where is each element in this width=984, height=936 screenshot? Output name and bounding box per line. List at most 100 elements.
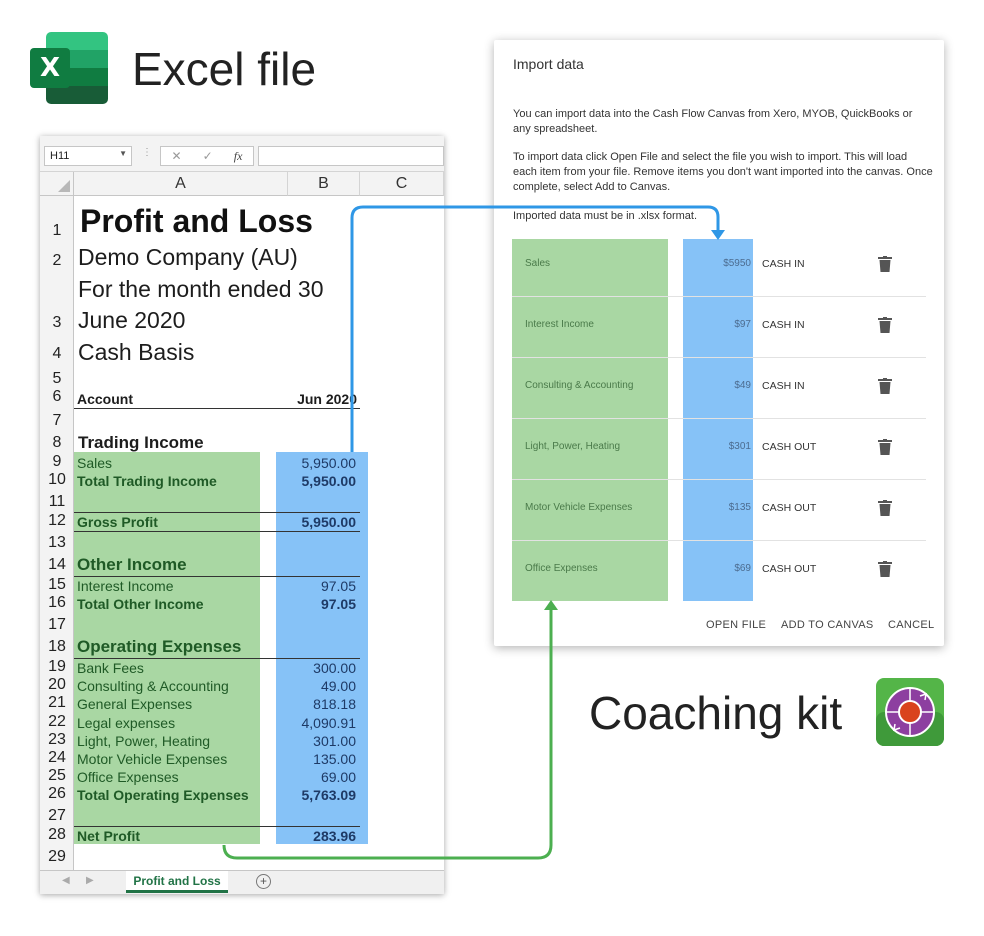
import-item-type[interactable]: CASH OUT xyxy=(762,441,816,453)
cell-interest-value: 97.05 xyxy=(320,578,356,594)
period-header: Jun 2020 xyxy=(297,391,357,407)
cell-gross-profit-label: Gross Profit xyxy=(77,514,158,530)
row-number[interactable]: 5 xyxy=(40,370,74,388)
row-number[interactable]: 2 xyxy=(40,252,74,270)
row-number[interactable]: 12 xyxy=(40,512,74,530)
cell-expense-label: Office Expenses xyxy=(77,769,179,785)
cell-expense-value: 69.00 xyxy=(320,769,356,785)
row-number[interactable]: 8 xyxy=(40,434,74,452)
import-item-amount: $69 xyxy=(734,563,751,574)
import-item-type[interactable]: CASH OUT xyxy=(762,563,816,575)
cell-total-opex-value: 5,763.09 xyxy=(301,787,357,803)
row-number[interactable]: 26 xyxy=(40,785,74,803)
row-number[interactable]: 24 xyxy=(40,749,74,767)
formula-input[interactable] xyxy=(258,146,444,166)
row-number[interactable]: 14 xyxy=(40,556,74,574)
row-number[interactable]: 11 xyxy=(40,493,74,511)
row-number[interactable]: 20 xyxy=(40,676,74,694)
import-item-type[interactable]: CASH IN xyxy=(762,380,805,392)
cancel-icon[interactable]: ✕ xyxy=(172,149,182,163)
period-line-2: June 2020 xyxy=(78,307,186,333)
import-item-amount: $301 xyxy=(728,441,751,452)
cell-net-profit-label: Net Profit xyxy=(77,828,140,844)
trash-icon[interactable] xyxy=(878,500,892,516)
import-item-type[interactable]: CASH IN xyxy=(762,319,805,331)
row-number[interactable]: 18 xyxy=(40,638,74,656)
column-header-a[interactable]: A xyxy=(74,172,288,196)
cell-total-other-value: 97.05 xyxy=(320,596,356,612)
import-item-type[interactable]: CASH IN xyxy=(762,258,805,270)
cell-expense-label: Bank Fees xyxy=(77,660,144,676)
cell-gross-profit-value: 5,950.00 xyxy=(301,514,357,530)
column-header-c[interactable]: C xyxy=(360,172,444,196)
row-number[interactable]: 27 xyxy=(40,807,74,825)
row-number[interactable]: 3 xyxy=(40,314,74,332)
row-number[interactable]: 4 xyxy=(40,345,74,363)
row-number[interactable]: 7 xyxy=(40,412,74,430)
header-underline xyxy=(74,408,360,409)
dialog-instructions: To import data click Open File and selec… xyxy=(513,151,933,193)
cell-total-trading-label: Total Trading Income xyxy=(77,473,217,489)
scroll-left-icon[interactable]: ◀ xyxy=(62,875,70,886)
row-number[interactable]: 22 xyxy=(40,713,74,731)
row-number[interactable]: 9 xyxy=(40,453,74,471)
cell-expense-value: 301.00 xyxy=(313,733,356,749)
import-item-amount: $5950 xyxy=(723,258,751,269)
row-number[interactable]: 6 xyxy=(40,388,74,406)
cell-expense-label: General Expenses xyxy=(77,696,193,712)
row-number[interactable]: 19 xyxy=(40,658,74,676)
row-number[interactable]: 23 xyxy=(40,731,74,749)
fx-icon[interactable]: fx xyxy=(234,149,243,164)
coaching-kit-heading: Coaching kit xyxy=(589,687,843,739)
row-number[interactable]: 10 xyxy=(40,471,74,489)
sheet-tab-profit-and-loss[interactable]: Profit and Loss xyxy=(126,871,228,893)
highlight-values xyxy=(276,452,368,844)
net-profit-line xyxy=(74,826,360,827)
cell-total-trading-value: 5,950.00 xyxy=(301,473,357,489)
import-row: Consulting & Accounting $49 CASH IN xyxy=(512,358,926,419)
cell-sales-value: 5,950.00 xyxy=(301,455,357,471)
name-box-value: H11 xyxy=(50,150,70,162)
other-income-line xyxy=(74,576,360,577)
row-number[interactable]: 28 xyxy=(40,826,74,844)
select-all-corner[interactable] xyxy=(40,172,74,196)
import-item-name: Consulting & Accounting xyxy=(525,380,634,391)
trash-icon[interactable] xyxy=(878,561,892,577)
add-sheet-icon[interactable]: + xyxy=(256,874,271,889)
row-number[interactable]: 25 xyxy=(40,767,74,785)
row-number[interactable]: 21 xyxy=(40,694,74,712)
cell-expense-value: 4,090.91 xyxy=(301,715,357,731)
check-icon[interactable]: ✓ xyxy=(203,149,213,163)
report-title: Profit and Loss xyxy=(80,203,313,239)
trash-icon[interactable] xyxy=(878,439,892,455)
row-number[interactable]: 17 xyxy=(40,616,74,634)
trash-icon[interactable] xyxy=(878,256,892,272)
scroll-right-icon[interactable]: ▶ xyxy=(86,875,94,886)
account-header: Account xyxy=(77,391,133,407)
row-number[interactable]: 13 xyxy=(40,534,74,552)
row-number[interactable]: 15 xyxy=(40,576,74,594)
cell-expense-label: Light, Power, Heating xyxy=(77,733,211,749)
name-box[interactable]: H11 ▼ xyxy=(44,146,132,166)
row-number[interactable]: 29 xyxy=(40,848,74,866)
import-item-type[interactable]: CASH OUT xyxy=(762,502,816,514)
trash-icon[interactable] xyxy=(878,378,892,394)
chevron-down-icon[interactable]: ▼ xyxy=(119,149,127,158)
import-item-name: Light, Power, Heating xyxy=(525,441,621,452)
column-header-b[interactable]: B xyxy=(288,172,360,196)
cell-expense-label: Motor Vehicle Expenses xyxy=(77,751,228,767)
add-to-canvas-button[interactable]: ADD TO CANVAS xyxy=(781,619,874,631)
period-line-1: For the month ended 30 xyxy=(78,276,324,302)
formula-controls: ✕ ✓ fx xyxy=(160,146,254,166)
row-number[interactable]: 16 xyxy=(40,594,74,612)
row-number[interactable]: 1 xyxy=(40,222,74,240)
trash-icon[interactable] xyxy=(878,317,892,333)
open-file-button[interactable]: OPEN FILE xyxy=(706,619,766,631)
cancel-button[interactable]: CANCEL xyxy=(888,619,934,631)
cell-expense-value: 300.00 xyxy=(313,660,356,676)
excel-window: H11 ▼ ⋮ ✕ ✓ fx A B C 1 2 3 4 5 6 7 8 9 1… xyxy=(40,136,444,894)
import-row: Office Expenses $69 CASH OUT xyxy=(512,541,926,602)
section-trading-income: Trading Income xyxy=(78,433,204,452)
coaching-kit-logo-icon xyxy=(876,678,944,746)
import-row: Interest Income $97 CASH IN xyxy=(512,297,926,358)
